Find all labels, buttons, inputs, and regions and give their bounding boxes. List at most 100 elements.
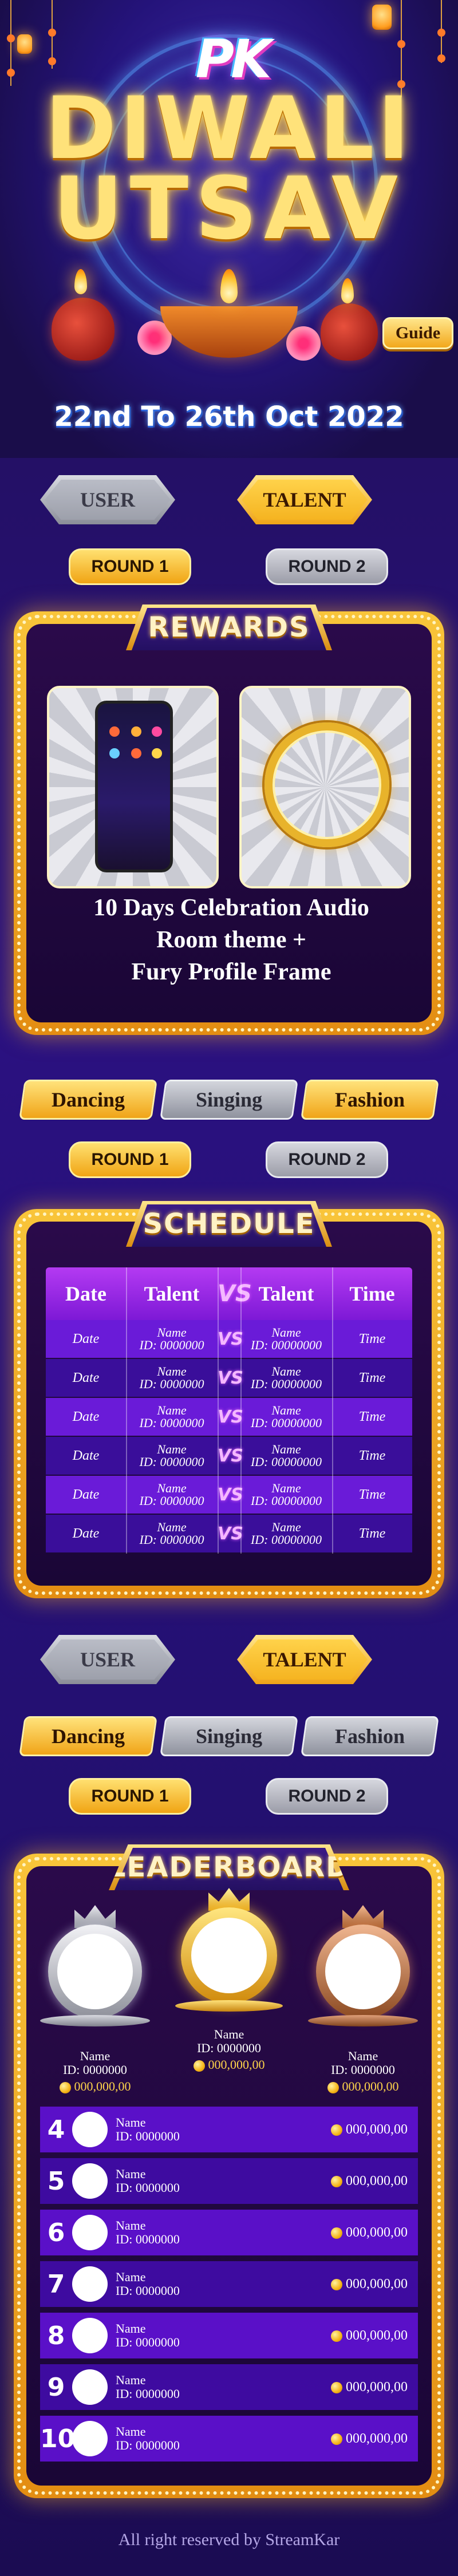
talent-a-name: Name xyxy=(157,1442,187,1456)
row-talent-b: Name ID: 00000000 xyxy=(240,1443,332,1468)
user-score-value: 000,000,00 xyxy=(346,2379,408,2395)
schedule-row: Date Name ID: 0000000 VS Name ID: 00000000 Tim… xyxy=(46,1476,412,1514)
avatar xyxy=(72,2163,108,2199)
rank-number: 8 xyxy=(47,2321,65,2350)
row-date: Date xyxy=(72,1487,100,1502)
table-divider xyxy=(126,1267,127,1554)
tab-user-label: USER xyxy=(80,488,136,511)
user-name: Name xyxy=(116,2218,146,2233)
tab-fashion-label: Fashion xyxy=(334,1725,405,1748)
talent-a-name: Name xyxy=(157,1481,187,1495)
tab-talent-label: TALENT xyxy=(263,1648,346,1671)
tab-singing-label: Singing xyxy=(195,1088,263,1111)
tab-user[interactable]: USER xyxy=(40,475,175,524)
talent-b-id: ID: 00000000 xyxy=(250,1455,322,1469)
tab-fashion[interactable]: Fashion xyxy=(301,1080,439,1120)
avatar xyxy=(72,2421,108,2456)
tab-fashion-label: Fashion xyxy=(334,1088,405,1111)
vs-icon: VS xyxy=(218,1281,252,1307)
user-score: 000,000,00 xyxy=(287,2380,418,2395)
rewards-panel: 10 Days Celebration Audio Room theme + F… xyxy=(14,611,444,1035)
tab-user[interactable]: USER xyxy=(40,1635,175,1684)
user-id: ID: 0000000 xyxy=(116,2387,180,2401)
round-1-button[interactable]: ROUND 1 xyxy=(69,1141,191,1178)
user-name: Name xyxy=(116,2115,146,2129)
marigold-flower-icon xyxy=(286,326,321,361)
schedule-row: Date Name ID: 0000000 VS Name ID: 00000000 Tim… xyxy=(46,1320,412,1358)
avatar xyxy=(72,2215,108,2250)
user-info: Name ID: 0000000 xyxy=(116,2167,287,2195)
coin-icon xyxy=(331,2227,342,2239)
user-name: Name xyxy=(116,2270,146,2284)
talent-a-name: Name xyxy=(157,1364,187,1378)
tab-dancing[interactable]: Dancing xyxy=(19,1080,157,1120)
leaderboard-row: 6 Name ID: 0000000 000,000,00 xyxy=(40,2210,418,2255)
round-2-button[interactable]: ROUND 2 xyxy=(266,548,388,585)
rank-1-id: ID: 0000000 xyxy=(197,2041,261,2055)
user-name: Name xyxy=(116,2321,146,2336)
tab-fashion[interactable]: Fashion xyxy=(301,1716,439,1756)
user-score-value: 000,000,00 xyxy=(346,2121,408,2137)
tab-singing[interactable]: Singing xyxy=(160,1716,298,1756)
reward-room-theme-card xyxy=(47,686,219,888)
leaderboard-row: 8 Name ID: 0000000 000,000,00 xyxy=(40,2313,418,2358)
header-time: Time xyxy=(349,1282,395,1305)
garland-decoration xyxy=(48,0,56,69)
round-1-button[interactable]: ROUND 1 xyxy=(69,548,191,585)
talent-a-id: ID: 0000000 xyxy=(139,1532,204,1547)
header-date: Date xyxy=(65,1282,106,1305)
rank-1-score-value: 000,000,00 xyxy=(208,2057,265,2072)
user-info: Name ID: 0000000 xyxy=(116,2373,287,2401)
tab-talent[interactable]: TALENT xyxy=(237,1635,372,1684)
vs-icon: VS xyxy=(218,1523,243,1544)
user-id: ID: 0000000 xyxy=(116,2129,180,2143)
rank-number: 9 xyxy=(47,2372,65,2402)
row-talent-a: Name ID: 0000000 xyxy=(126,1521,218,1546)
user-info: Name ID: 0000000 xyxy=(116,2116,287,2143)
tab-singing[interactable]: Singing xyxy=(160,1080,298,1120)
talent-b-name: Name xyxy=(271,1403,301,1417)
profile-frame-image xyxy=(264,722,389,847)
round-1-button[interactable]: ROUND 1 xyxy=(69,1778,191,1815)
user-id: ID: 0000000 xyxy=(116,2180,180,2195)
decorated-pot-icon xyxy=(321,303,378,361)
talent-a-name: Name xyxy=(157,1325,187,1340)
row-date: Date xyxy=(72,1331,100,1346)
row-date: Date xyxy=(72,1370,100,1385)
garland-decoration xyxy=(437,0,445,63)
row-talent-a: Name ID: 0000000 xyxy=(126,1443,218,1468)
user-info: Name ID: 0000000 xyxy=(116,2322,287,2349)
user-id: ID: 0000000 xyxy=(116,2335,180,2349)
user-name: Name xyxy=(116,2373,146,2387)
tab-dancing[interactable]: Dancing xyxy=(19,1716,157,1756)
talent-a-id: ID: 0000000 xyxy=(139,1377,204,1391)
coin-icon xyxy=(331,2381,342,2393)
title-utsav: UTSAV xyxy=(53,159,405,259)
tab-talent-label: TALENT xyxy=(263,488,346,511)
coin-icon xyxy=(331,2278,342,2290)
sky-lantern-icon xyxy=(17,34,32,54)
talent-a-id: ID: 0000000 xyxy=(139,1455,204,1469)
coin-icon xyxy=(193,2060,205,2072)
guide-button[interactable]: Guide xyxy=(382,317,453,349)
avatar-rank-2 xyxy=(57,1934,133,2009)
table-divider xyxy=(332,1267,333,1554)
reward-profile-frame-card xyxy=(239,686,411,888)
user-info: Name ID: 0000000 xyxy=(116,2425,287,2452)
tab-talent[interactable]: TALENT xyxy=(237,475,372,524)
row-time: Time xyxy=(358,1487,386,1502)
round-2-button[interactable]: ROUND 2 xyxy=(266,1778,388,1815)
event-dates: 22nd To 26th Oct 2022 xyxy=(54,401,404,433)
tab-dancing-label: Dancing xyxy=(51,1088,125,1111)
leaderboard-row: 9 Name ID: 0000000 000,000,00 xyxy=(40,2364,418,2410)
coin-icon xyxy=(331,2330,342,2342)
talent-b-id: ID: 00000000 xyxy=(250,1338,322,1352)
avatar xyxy=(72,2266,108,2302)
flame-icon xyxy=(74,269,87,294)
round-2-button[interactable]: ROUND 2 xyxy=(266,1141,388,1178)
user-score: 000,000,00 xyxy=(287,2328,418,2344)
rank-2-score-value: 000,000,00 xyxy=(74,2079,131,2093)
rewards-title: REWARDS xyxy=(148,611,310,643)
leaderboard-title: LEADERBOARD xyxy=(108,1851,350,1883)
talent-b-id: ID: 00000000 xyxy=(250,1377,322,1391)
